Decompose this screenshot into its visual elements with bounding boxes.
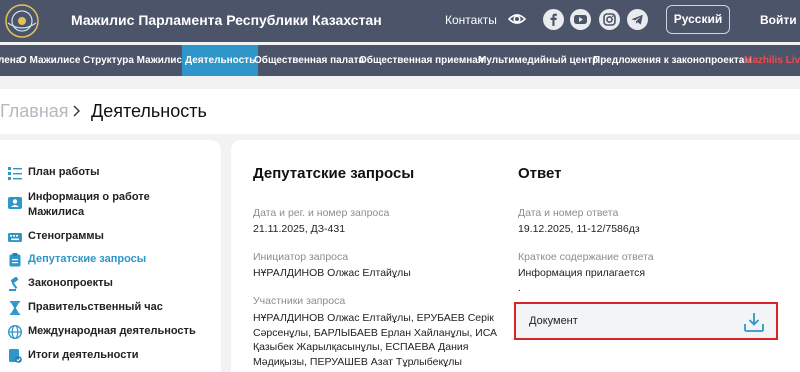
- answer-extra-text: .: [518, 283, 521, 294]
- document-label: Документ: [529, 315, 578, 327]
- sidebar-item-label: Международная деятельность: [28, 325, 196, 337]
- download-icon[interactable]: [743, 311, 765, 333]
- list-icon: [8, 167, 22, 180]
- answer-summary-value: Информация прилагается: [518, 267, 646, 279]
- globe-icon: [8, 325, 22, 339]
- sidebar: План работы Информация о работе Мажилиса…: [0, 140, 221, 372]
- answer-heading: Ответ: [518, 165, 562, 182]
- document-check-icon: [9, 349, 22, 363]
- breadcrumb-home[interactable]: Главная: [0, 101, 69, 122]
- gavel-icon: [9, 277, 19, 291]
- request-date-value: 21.11.2025, ДЗ-431: [253, 223, 346, 235]
- chevron-right-icon: [73, 105, 80, 117]
- answer-date-label: Дата и номер ответа: [518, 207, 619, 219]
- person-card-icon: [8, 197, 22, 209]
- initiator-value: НҰРАЛДИНОВ Олжас Елтайұлы: [253, 267, 411, 279]
- hourglass-icon: [10, 301, 20, 315]
- emblem-logo[interactable]: [0, 3, 48, 39]
- participants-value: НҰРАЛДИНОВ Олжас Елтайұлы, ЕРУБАЕВ Серік…: [253, 312, 498, 368]
- top-header: Мажилис Парламента Республики Казахстан …: [0, 0, 800, 42]
- request-heading: Депутатские запросы: [253, 165, 415, 182]
- sidebar-item-label: Информация о работе Мажилиса: [28, 190, 150, 220]
- nav-item-public-reception[interactable]: Общественная приемная: [359, 45, 484, 76]
- request-detail-card: Депутатские запросы Ответ Дата и рег. и …: [231, 140, 800, 372]
- facebook-icon[interactable]: [543, 9, 564, 30]
- youtube-icon[interactable]: [570, 9, 591, 30]
- keyboard-icon: [8, 233, 22, 242]
- request-date-label: Дата и рег. и номер запроса: [253, 207, 390, 219]
- login-link[interactable]: Войти: [760, 13, 797, 27]
- answer-date-value: 19.12.2025, 11-12/7586дз: [518, 223, 640, 235]
- nav-item-multimedia[interactable]: Мультимедийный центр: [478, 45, 598, 76]
- initiator-label: Инициатор запроса: [253, 251, 349, 263]
- breadcrumb-current: Деятельность: [91, 101, 207, 121]
- sidebar-item-label-line2: Мажилиса: [28, 206, 85, 218]
- answer-summary-label: Краткое содержание ответа: [518, 251, 654, 263]
- sidebar-item-label: Депутатские запросы: [28, 253, 147, 265]
- breadcrumb: Главная Деятельность: [0, 89, 800, 134]
- accessibility-eye-icon[interactable]: [508, 10, 526, 28]
- instagram-icon[interactable]: [599, 9, 620, 30]
- main-nav: лена О Мажилисе Структура Мажилиса Деяте…: [0, 45, 800, 76]
- nav-item-about[interactable]: О Мажилисе: [19, 45, 80, 76]
- nav-item-public-chamber[interactable]: Общественная палата: [254, 45, 364, 76]
- telegram-icon[interactable]: [627, 9, 648, 30]
- sidebar-item-label: Стенограммы: [28, 230, 104, 242]
- sidebar-item-label-line1: Информация о работе: [28, 191, 150, 203]
- nav-item-structure[interactable]: Структура Мажилиса: [83, 45, 188, 76]
- sidebar-item-label: Законопроекты: [28, 277, 113, 289]
- sidebar-item-label: Правительственный час: [28, 301, 163, 313]
- sidebar-item-label: Итоги деятельности: [28, 349, 139, 361]
- sidebar-item-label: План работы: [28, 166, 100, 178]
- nav-item-mazhilis-live[interactable]: Mazhilis Live: [744, 45, 800, 76]
- participants-label: Участники запроса: [253, 295, 346, 307]
- language-selector[interactable]: Русский: [666, 5, 730, 34]
- site-title[interactable]: Мажилис Парламента Республики Казахстан: [71, 12, 382, 28]
- nav-item-activity[interactable]: Деятельность: [182, 45, 259, 76]
- document-download-button[interactable]: Документ: [514, 302, 778, 340]
- nav-item-bill-proposals[interactable]: Предложения к законопроектам: [593, 45, 752, 76]
- contacts-link[interactable]: Контакты: [445, 13, 497, 27]
- clipboard-icon: [9, 253, 21, 267]
